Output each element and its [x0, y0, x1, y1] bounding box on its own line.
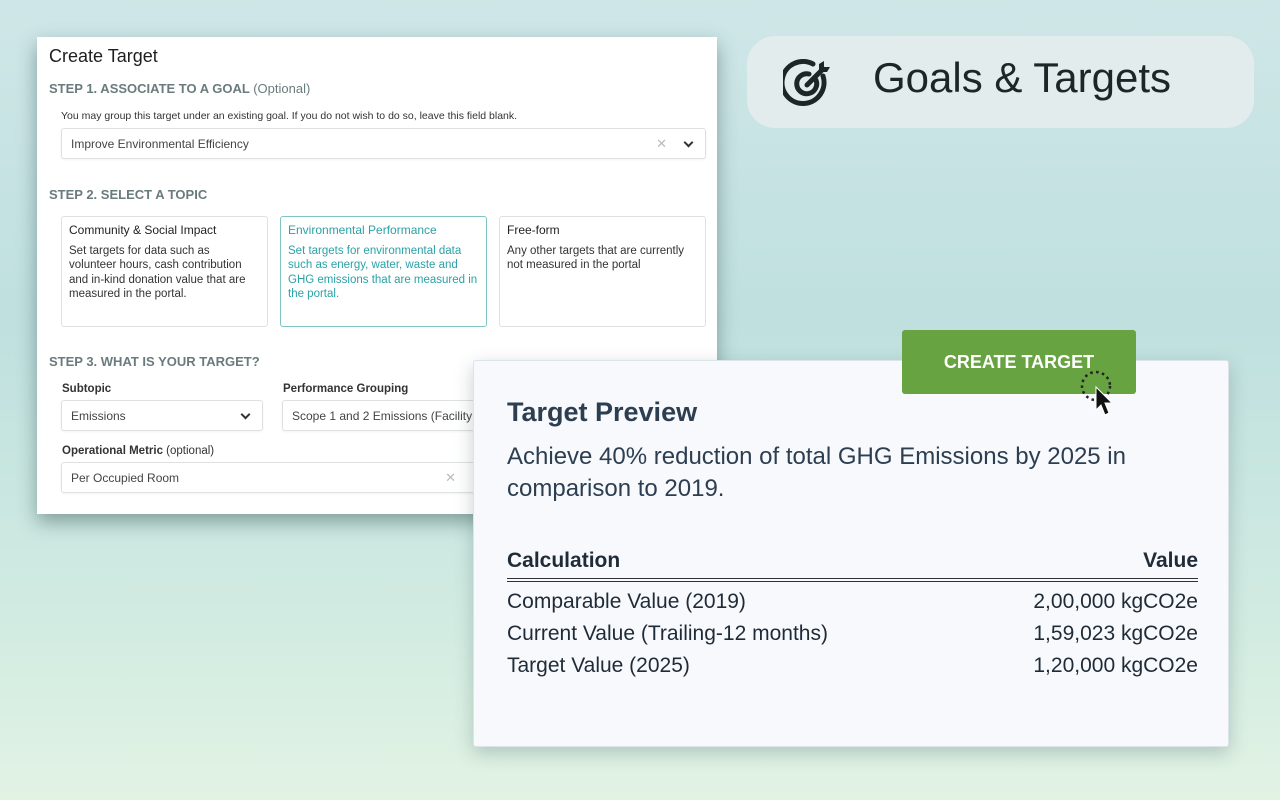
- metric-select[interactable]: Per Occupied Room ✕: [61, 462, 481, 493]
- header-title: Goals & Targets: [873, 54, 1172, 101]
- target-preview-panel: Target Preview Achieve 40% reduction of …: [473, 360, 1229, 747]
- grouping-value: Scope 1 and 2 Emissions (Facility: [292, 408, 473, 423]
- topic-card-freeform[interactable]: Free-form Any other targets that are cur…: [499, 216, 706, 327]
- clear-icon[interactable]: ✕: [445, 470, 456, 486]
- metric-label: Operational Metric (optional): [62, 445, 214, 457]
- row-label: Current Value (Trailing-12 months): [507, 622, 828, 645]
- topic-card-environmental[interactable]: Environmental Performance Set targets fo…: [280, 216, 487, 327]
- topic-title: Community & Social Impact: [69, 223, 217, 237]
- clear-icon[interactable]: ✕: [656, 136, 667, 152]
- grouping-label: Performance Grouping: [283, 383, 409, 395]
- chevron-down-icon[interactable]: [683, 137, 694, 148]
- row-value: 1,20,000 kgCO2e: [1033, 654, 1198, 677]
- metric-label-text: Operational Metric: [62, 445, 163, 457]
- target-arrow-icon: [783, 58, 830, 106]
- step1-hint: You may group this target under an exist…: [61, 110, 518, 122]
- subtopic-label: Subtopic: [62, 383, 112, 395]
- preview-title: Target Preview: [507, 397, 698, 427]
- table-row: Current Value (Trailing-12 months) 1,59,0…: [507, 618, 1198, 650]
- topic-title: Free-form: [507, 223, 560, 237]
- metric-optional: (optional): [166, 445, 215, 457]
- goal-value: Improve Environmental Efficiency: [71, 136, 249, 151]
- target-statement: Achieve 40% reduction of total GHG Emiss…: [507, 443, 1126, 502]
- topic-desc: Set targets for environmental data such …: [288, 244, 478, 301]
- subtopic-select[interactable]: Emissions: [61, 400, 263, 431]
- step1-heading: STEP 1. ASSOCIATE TO A GOAL (Optional): [49, 81, 310, 96]
- topic-desc: Set targets for data such as volunteer h…: [69, 244, 246, 301]
- topic-title: Environmental Performance: [288, 223, 437, 237]
- column-value: Value: [1143, 549, 1198, 572]
- table-row: Comparable Value (2019) 2,00,000 kgCO2e: [507, 586, 1198, 618]
- row-label: Target Value (2025): [507, 654, 690, 677]
- step2-heading: STEP 2. SELECT A TOPIC: [49, 187, 208, 202]
- page-header: Goals & Targets: [747, 36, 1254, 128]
- row-value: 1,59,023 kgCO2e: [1033, 622, 1198, 645]
- calculation-table: Calculation Value Comparable Value (2019)…: [507, 549, 1198, 682]
- cursor-pointer-icon: [1080, 370, 1114, 416]
- column-calculation: Calculation: [507, 549, 621, 572]
- form-title: Create Target: [49, 46, 158, 66]
- row-label: Comparable Value (2019): [507, 590, 746, 613]
- table-header: Calculation Value: [507, 549, 1198, 582]
- topic-desc: Any other targets that are currently not…: [507, 244, 685, 272]
- step3-heading: STEP 3. WHAT IS YOUR TARGET?: [49, 354, 260, 369]
- goal-select[interactable]: Improve Environmental Efficiency ✕: [61, 128, 706, 159]
- step1-label: STEP 1. ASSOCIATE TO A GOAL: [49, 81, 250, 96]
- metric-value: Per Occupied Room: [71, 470, 180, 485]
- table-row: Target Value (2025) 1,20,000 kgCO2e: [507, 650, 1198, 682]
- step1-optional: (Optional): [253, 81, 311, 96]
- chevron-down-icon[interactable]: [240, 409, 251, 420]
- topic-card-community[interactable]: Community & Social Impact Set targets fo…: [61, 216, 268, 327]
- row-value: 2,00,000 kgCO2e: [1033, 590, 1198, 613]
- subtopic-value: Emissions: [71, 408, 126, 423]
